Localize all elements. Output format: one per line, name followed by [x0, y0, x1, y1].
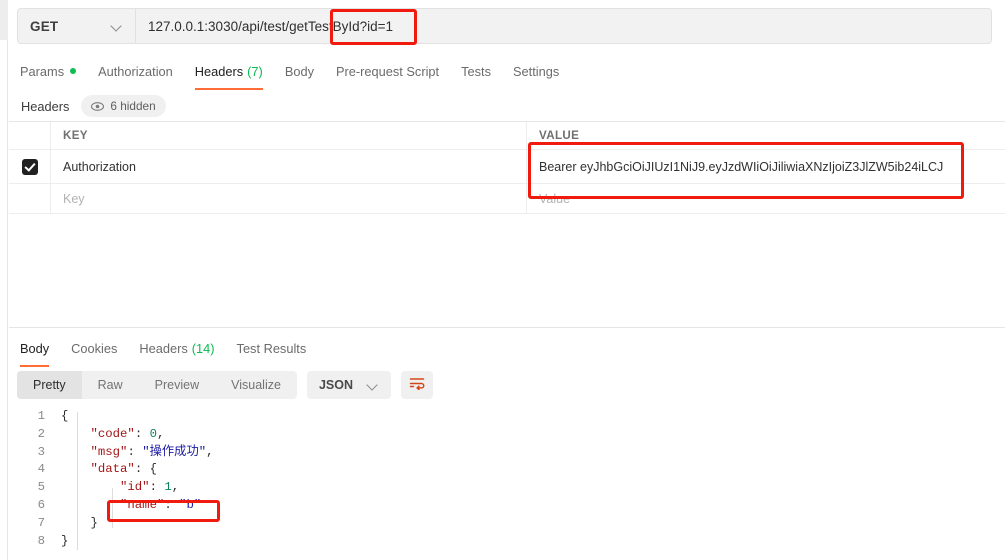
code-line-text: "name": "b" [120, 497, 202, 512]
line-number: 7 [37, 515, 45, 530]
code-line-text: { [61, 409, 69, 423]
header-checkbox-cell [9, 122, 51, 149]
tab-settings[interactable]: Settings [502, 56, 570, 86]
chevron-down-icon [367, 379, 379, 391]
new-header-value-input[interactable]: Value [527, 184, 1005, 213]
hidden-headers-toggle[interactable]: 6 hidden [81, 95, 166, 117]
http-method-label: GET [30, 18, 59, 34]
code-line-text: "data": { [90, 462, 157, 477]
left-rail-shade [0, 0, 8, 40]
headers-subrow: Headers 6 hidden [9, 92, 1005, 120]
code-line-text: } [61, 533, 69, 548]
tab-authorization[interactable]: Authorization [87, 56, 184, 86]
response-view-mode-group: Pretty Raw Preview Visualize [17, 371, 297, 399]
response-tab-test-results[interactable]: Test Results [226, 333, 318, 363]
view-mode-preview[interactable]: Preview [139, 371, 215, 399]
params-modified-dot [70, 68, 77, 74]
code-line-text: "id": 1, [120, 480, 180, 495]
url-input[interactable]: 127.0.0.1:3030/api/test/getTestById?id=1 [136, 9, 991, 43]
tab-headers[interactable]: Headers (7) [184, 56, 274, 90]
line-number: 1 [37, 409, 45, 423]
line-number: 3 [37, 444, 45, 459]
header-enabled-checkbox[interactable] [21, 158, 38, 175]
response-tab-cookies[interactable]: Cookies [60, 333, 128, 363]
table-row: Authorization Bearer eyJhbGciOiJIUzI1NiJ… [9, 150, 1005, 184]
row-checkbox-cell [9, 150, 51, 183]
response-tab-test-results-label: Test Results [236, 340, 307, 356]
tab-headers-label: Headers [194, 63, 244, 79]
response-tab-body-label: Body [20, 340, 50, 356]
fold-guide-outer [77, 412, 78, 550]
response-tab-body[interactable]: Body [9, 333, 60, 367]
hidden-headers-count-label: 6 hidden [110, 99, 156, 113]
chevron-down-icon [111, 20, 123, 32]
response-tab-headers-count: (14) [191, 340, 215, 356]
code-line-text: } [90, 515, 98, 530]
table-header-row: KEY VALUE [9, 122, 1005, 150]
code-line: 5 "id": 1, [9, 479, 1005, 497]
left-rail [0, 0, 8, 560]
code-line-text: "msg": "操作成功", [90, 444, 214, 459]
response-tab-headers[interactable]: Headers (14) [128, 333, 225, 363]
tab-pre-request-script-label: Pre-request Script [335, 63, 440, 79]
new-header-key-input[interactable]: Key [51, 184, 527, 213]
word-wrap-icon [409, 376, 425, 395]
code-line: 7 } [9, 515, 1005, 533]
request-tabs: Params Authorization Headers (7) Body Pr… [9, 56, 1005, 90]
line-number: 5 [37, 480, 45, 495]
tab-tests[interactable]: Tests [450, 56, 502, 86]
tab-settings-label: Settings [512, 63, 560, 79]
view-mode-pretty[interactable]: Pretty [17, 371, 82, 399]
tab-params-label: Params [20, 63, 65, 79]
response-format-selector[interactable]: JSON [306, 371, 391, 399]
response-tabs: Body Cookies Headers (14) Test Results [9, 333, 1005, 367]
response-format-label: JSON [318, 378, 353, 392]
column-header-key: KEY [51, 122, 527, 149]
tab-body[interactable]: Body [274, 56, 325, 86]
headers-table: KEY VALUE Authorization Bearer eyJhbGciO… [9, 121, 1005, 214]
view-mode-raw[interactable]: Raw [82, 371, 139, 399]
code-line: 8} [9, 533, 1005, 551]
line-number: 4 [37, 462, 45, 477]
view-mode-visualize[interactable]: Visualize [215, 371, 297, 399]
tab-headers-count: (7) [247, 63, 263, 79]
header-key-input[interactable]: Authorization [51, 150, 527, 183]
word-wrap-button[interactable] [401, 371, 433, 399]
url-bar: GET 127.0.0.1:3030/api/test/getTestById?… [17, 8, 992, 44]
tab-authorization-label: Authorization [98, 63, 173, 79]
code-line: 6 "name": "b" [9, 497, 1005, 515]
line-number: 8 [37, 533, 45, 548]
http-method-selector[interactable]: GET [18, 9, 136, 43]
header-value-input[interactable]: Bearer eyJhbGciOiJIUzI1NiJ9.eyJzdWIiOiJi… [527, 150, 1005, 183]
code-line: 2 "code": 0, [9, 426, 1005, 444]
code-line: 4 "data": { [9, 461, 1005, 479]
tab-params[interactable]: Params [9, 56, 87, 86]
tab-tests-label: Tests [461, 63, 491, 79]
headers-section-title: Headers [21, 98, 70, 114]
request-pane-empty-space [9, 214, 1005, 328]
response-body-viewer[interactable]: 1{2 "code": 0, 3 "msg": "操作成功", 4 "data": … [9, 408, 1005, 560]
postman-window: GET 127.0.0.1:3030/api/test/getTestById?… [0, 0, 1005, 560]
eye-icon [91, 101, 105, 111]
empty-row-checkbox-cell [9, 184, 51, 213]
code-line: 1{ [9, 408, 1005, 426]
table-row-empty: Key Value [9, 184, 1005, 214]
line-number: 2 [37, 426, 45, 441]
response-tab-cookies-label: Cookies [71, 340, 118, 356]
tab-body-label: Body [284, 63, 314, 79]
tab-pre-request-script[interactable]: Pre-request Script [325, 56, 450, 86]
response-toolbar: Pretty Raw Preview Visualize JSON [17, 371, 433, 399]
code-line: 3 "msg": "操作成功", [9, 444, 1005, 462]
response-body-lines: 1{2 "code": 0, 3 "msg": "操作成功", 4 "data": … [9, 408, 1005, 550]
line-number: 6 [37, 497, 45, 512]
fold-guide-inner [112, 488, 113, 528]
column-header-value: VALUE [539, 129, 580, 142]
response-tab-headers-label: Headers [139, 340, 188, 356]
